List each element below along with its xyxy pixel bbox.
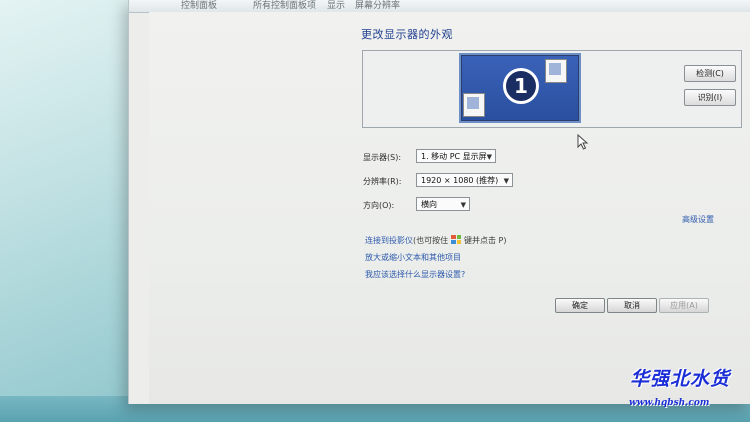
apply-button[interactable]: 应用(A)	[659, 298, 709, 313]
breadcrumb-item[interactable]: 显示	[327, 0, 345, 11]
breadcrumb-item[interactable]: 所有控制面板项	[253, 0, 316, 11]
connect-projector-link[interactable]: 连接到投影仪	[365, 235, 413, 246]
ok-button[interactable]: 确定	[555, 298, 605, 313]
dialog-content: 更改显示器的外观 1 检测(C) 识别(I) 显示器(S): 1. 移动 PC …	[149, 12, 750, 404]
monitor-number-badge: 1	[503, 68, 539, 104]
which-settings-link[interactable]: 我应该选择什么显示器设置?	[365, 269, 465, 280]
screen-resolution-window: 控制面板 所有控制面板项 显示 屏幕分辨率 更改显示器的外观 1 检测(C) 识…	[128, 0, 750, 404]
display-select-value: 1. 移动 PC 显示屏	[421, 152, 487, 161]
watermark-text: 华强北水货	[630, 368, 731, 390]
projector-hint-text-end: 键并点击 P)	[464, 236, 507, 245]
breadcrumb-item[interactable]: 屏幕分辨率	[355, 0, 400, 11]
display-select[interactable]: 1. 移动 PC 显示屏 ▼	[416, 149, 496, 163]
watermark-url: www.hqbsh.com	[629, 398, 710, 408]
pc-icon	[463, 93, 485, 117]
chevron-down-icon: ▼	[460, 201, 466, 209]
detect-button[interactable]: 检测(C)	[684, 65, 736, 82]
resolution-label: 分辨率(R):	[363, 177, 402, 186]
orientation-select[interactable]: 横向 ▼	[416, 197, 470, 211]
breadcrumb-item[interactable]: 控制面板	[181, 0, 217, 11]
advanced-settings-link[interactable]: 高级设置	[682, 214, 714, 225]
mouse-pointer-icon	[577, 134, 589, 150]
resolution-select-value: 1920 × 1080 (推荐)	[421, 176, 499, 185]
orientation-label: 方向(O):	[363, 201, 395, 210]
monitor-1-tile[interactable]: 1	[459, 53, 581, 123]
display-preview-area: 1 检测(C) 识别(I)	[362, 50, 742, 128]
identify-button[interactable]: 识别(I)	[684, 89, 736, 106]
monitor-icon	[545, 59, 567, 83]
cancel-button[interactable]: 取消	[607, 298, 657, 313]
chevron-down-icon: ▼	[503, 177, 509, 185]
projector-hint-text: (也可按住	[413, 236, 449, 245]
display-label: 显示器(S):	[363, 153, 402, 162]
text-size-link[interactable]: 放大或缩小文本和其他项目	[365, 252, 461, 263]
windows-logo-icon	[451, 235, 461, 244]
resolution-select[interactable]: 1920 × 1080 (推荐) ▼	[416, 173, 513, 187]
chevron-down-icon: ▼	[486, 153, 492, 161]
page-title: 更改显示器的外观	[361, 28, 453, 41]
orientation-select-value: 横向	[421, 200, 437, 209]
